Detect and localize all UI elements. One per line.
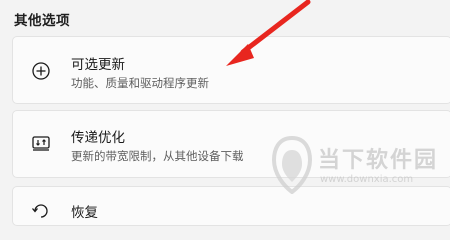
optional-updates-card[interactable]: 可选更新 功能、质量和驱动程序更新 xyxy=(12,36,450,104)
optional-updates-description: 功能、质量和驱动程序更新 xyxy=(71,76,209,90)
section-title: 其他选项 xyxy=(14,13,70,29)
watermark-text: 当下软件园 xyxy=(318,148,439,173)
watermark-logo-icon xyxy=(270,135,314,195)
plus-circle-icon xyxy=(31,61,51,81)
watermark: 当下软件园 www.downxia.com xyxy=(270,135,446,196)
recovery-title: 恢复 xyxy=(71,205,98,221)
delivery-optimization-title: 传递优化 xyxy=(71,130,125,146)
delivery-optimization-icon xyxy=(31,133,51,153)
delivery-optimization-description: 更新的带宽限制，从其他设备下载 xyxy=(71,149,244,163)
watermark-url: www.downxia.com xyxy=(320,174,414,185)
recovery-icon xyxy=(31,201,51,221)
optional-updates-title: 可选更新 xyxy=(71,57,125,73)
